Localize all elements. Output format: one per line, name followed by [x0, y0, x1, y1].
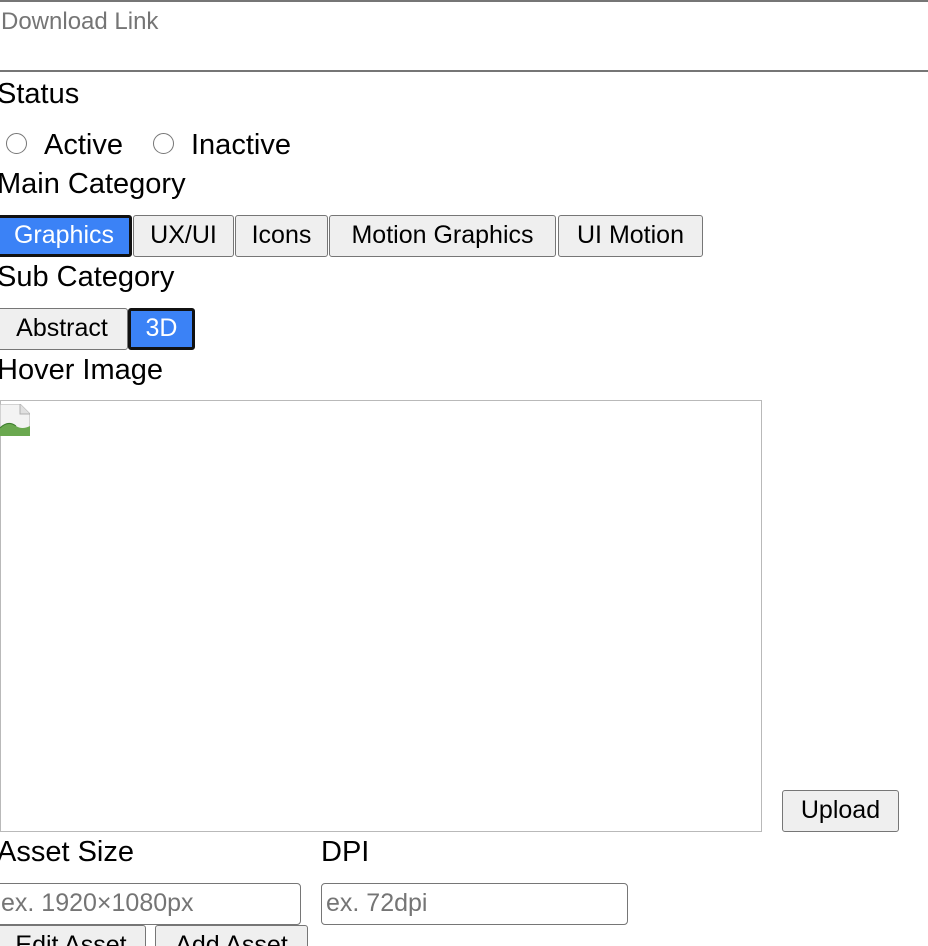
radio-active-label[interactable]: Active	[44, 128, 123, 162]
dpi-input[interactable]: ex. 72dpi	[321, 883, 628, 925]
broken-image-icon	[0, 404, 30, 436]
dpi-label: DPI	[321, 836, 370, 868]
hover-image-preview	[0, 400, 762, 832]
radio-inactive[interactable]	[153, 133, 174, 154]
download-link-placeholder: Download Link	[1, 8, 159, 35]
asset-form: Download Link Status Active Inactive Mai…	[0, 0, 928, 946]
category-button-ux-ui[interactable]: UX/UI	[133, 215, 234, 257]
category-button-ui-motion[interactable]: UI Motion	[558, 215, 703, 257]
status-label: Status	[0, 78, 80, 110]
hover-image-label: Hover Image	[0, 354, 164, 386]
category-button-graphics[interactable]: Graphics	[0, 215, 132, 257]
sub-category-label: Sub Category	[0, 261, 175, 293]
asset-size-label: Asset Size	[0, 836, 134, 868]
radio-active[interactable]	[6, 133, 27, 154]
main-category-label: Main Category	[0, 168, 186, 200]
radio-inactive-label[interactable]: Inactive	[191, 128, 291, 162]
category-button-icons[interactable]: Icons	[235, 215, 328, 257]
subcategory-button-3d[interactable]: 3D	[128, 308, 195, 350]
subcategory-button-abstract[interactable]: Abstract	[0, 308, 128, 350]
category-button-motion-graphics[interactable]: Motion Graphics	[329, 215, 556, 257]
asset-size-input[interactable]: ex. 1920×1080px	[0, 883, 301, 925]
edit-asset-button[interactable]: Edit Asset	[0, 925, 146, 946]
upload-button[interactable]: Upload	[782, 790, 899, 832]
add-asset-button[interactable]: Add Asset	[155, 925, 308, 946]
